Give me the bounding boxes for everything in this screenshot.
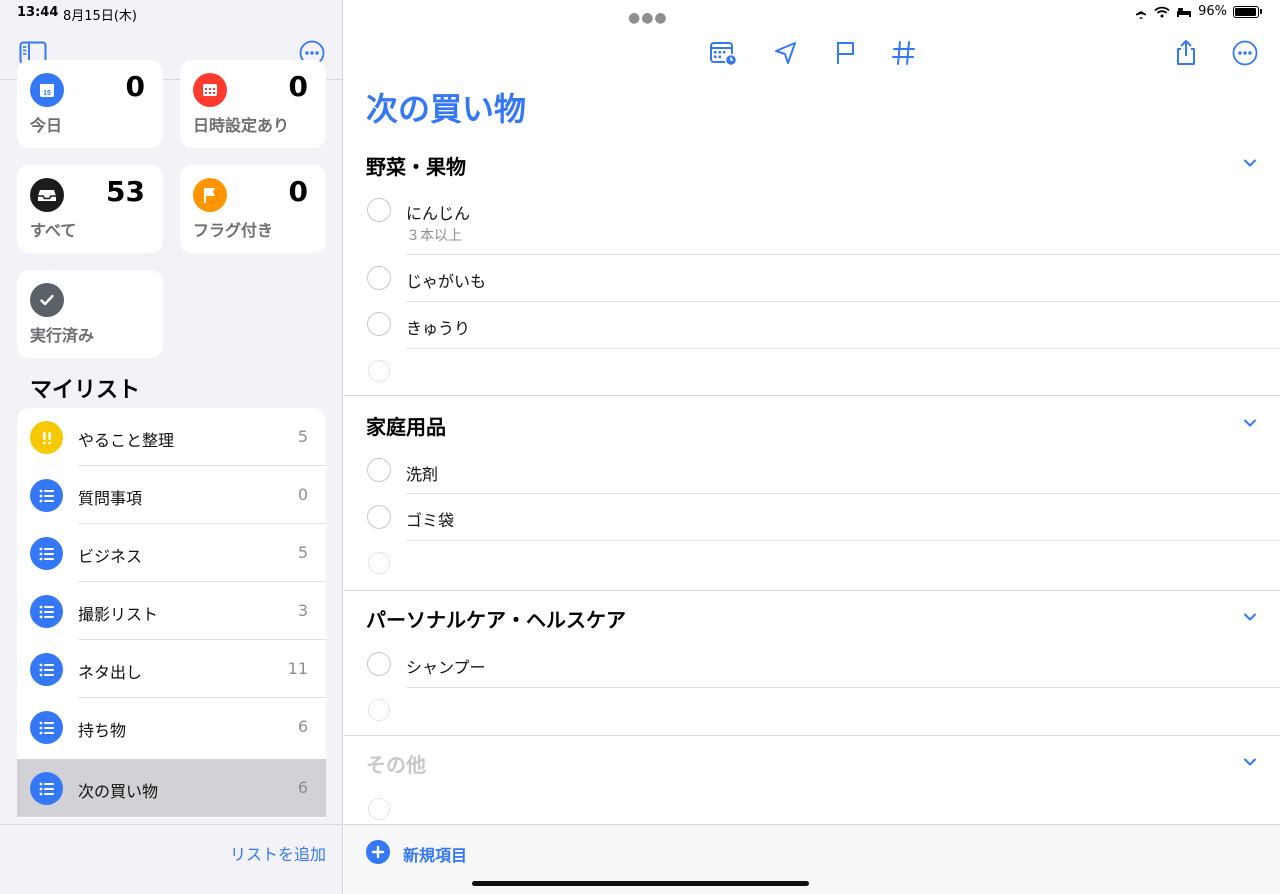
- share-icon[interactable]: [1171, 38, 1201, 68]
- calendar-icon: 15: [30, 73, 64, 107]
- list-icon: [30, 772, 63, 805]
- smart-list-count: 0: [288, 70, 308, 103]
- sidebar: 13:44 8月15日(木) 15 0 今日 0 日時設定あり 53 すべて 0…: [0, 0, 343, 894]
- new-reminder-placeholder[interactable]: [368, 798, 390, 820]
- reminder-note: ３本以上: [406, 228, 462, 244]
- main-footer: 新規項目: [344, 824, 1280, 894]
- section-title[interactable]: 家庭用品: [366, 411, 446, 440]
- exclamation-icon: [30, 421, 63, 454]
- list-item[interactable]: 持ち物 6: [17, 698, 326, 756]
- svg-text:15: 15: [43, 90, 51, 97]
- tag-hashtag-icon[interactable]: [889, 38, 919, 68]
- list-item-selected[interactable]: 次の買い物 6: [17, 759, 326, 817]
- smart-list-scheduled[interactable]: 0 日時設定あり: [180, 60, 326, 148]
- reminder-list-view: ●●● 96% 次の買い物 野菜・果物 にんじん ３本以上 じゃがいも きゅうり…: [344, 0, 1280, 894]
- smart-list-label: 今日: [30, 116, 63, 135]
- smart-list-all[interactable]: 53 すべて: [17, 165, 163, 253]
- chevron-down-icon[interactable]: [1242, 609, 1258, 625]
- smart-list-label: フラグ付き: [193, 221, 274, 240]
- my-lists-heading: マイリスト: [30, 378, 141, 403]
- completion-circle[interactable]: [367, 458, 391, 482]
- list-icon: [30, 711, 63, 744]
- new-reminder-placeholder[interactable]: [368, 552, 390, 574]
- new-reminder-placeholder[interactable]: [368, 699, 390, 721]
- completion-circle[interactable]: [367, 505, 391, 529]
- smart-list-label: 実行済み: [30, 326, 95, 345]
- battery-icon: [1233, 5, 1259, 18]
- tray-icon: [30, 178, 64, 212]
- completion-circle[interactable]: [367, 266, 391, 290]
- list-icon: [30, 479, 63, 512]
- new-item-button[interactable]: 新規項目: [403, 842, 467, 866]
- home-indicator[interactable]: [472, 881, 809, 886]
- wifi-icon: [1154, 6, 1170, 17]
- smart-list-count: 0: [125, 70, 145, 103]
- status-date: 8月15日(木): [63, 9, 137, 24]
- smart-list-flagged[interactable]: 0 フラグ付き: [180, 165, 326, 253]
- list-name: 次の買い物: [78, 782, 159, 801]
- status-time: 13:44: [17, 5, 59, 20]
- list-icon: [30, 595, 63, 628]
- add-list-button[interactable]: リストを追加: [230, 841, 326, 865]
- list-count: 6: [297, 778, 308, 797]
- smart-list-label: 日時設定あり: [193, 116, 290, 135]
- list-count: 6: [297, 717, 308, 736]
- location-icon[interactable]: [771, 38, 801, 68]
- calendar-grid-icon: [193, 73, 227, 107]
- battery-percentage: 96%: [1198, 4, 1227, 19]
- list-count: 11: [287, 659, 308, 678]
- flag-icon[interactable]: [831, 38, 861, 68]
- chevron-down-icon[interactable]: [1242, 754, 1258, 770]
- smart-list-completed[interactable]: 実行済み: [17, 270, 163, 358]
- list-item[interactable]: ネタ出し 11: [17, 640, 326, 698]
- list-name: 持ち物: [78, 721, 127, 740]
- reminder-title[interactable]: にんじん: [406, 200, 470, 224]
- list-item[interactable]: 撮影リスト 3: [17, 582, 326, 640]
- more-options-icon[interactable]: [1230, 38, 1260, 68]
- my-lists: やること整理 5 質問事項 0 ビジネス 5 撮影リスト 3 ネタ出し 11 持…: [17, 408, 326, 818]
- smart-list-count: 0: [288, 175, 308, 208]
- section-title[interactable]: 野菜・果物: [366, 151, 466, 180]
- reminder-title[interactable]: シャンプー: [406, 654, 486, 678]
- list-name: 質問事項: [78, 489, 143, 508]
- completion-circle[interactable]: [367, 652, 391, 676]
- reminder-title[interactable]: 洗剤: [406, 461, 438, 485]
- list-name: 撮影リスト: [78, 605, 159, 624]
- airplane-icon: [1136, 5, 1147, 19]
- plus-circle-icon[interactable]: [366, 840, 390, 864]
- reminder-title[interactable]: ゴミ袋: [406, 507, 454, 531]
- list-count: 5: [297, 543, 308, 562]
- chevron-down-icon[interactable]: [1242, 415, 1258, 431]
- reminder-title[interactable]: じゃがいも: [406, 268, 486, 292]
- list-name: やること整理: [78, 431, 175, 450]
- smart-list-today[interactable]: 15 0 今日: [17, 60, 163, 148]
- section-title[interactable]: パーソナルケア・ヘルスケア: [366, 604, 626, 633]
- reminder-title[interactable]: きゅうり: [406, 315, 470, 339]
- completion-circle[interactable]: [367, 198, 391, 222]
- date-time-icon[interactable]: [708, 38, 738, 68]
- sidebar-footer: リストを追加: [0, 824, 342, 894]
- checkmark-icon: [30, 283, 64, 317]
- list-title[interactable]: 次の買い物: [366, 84, 526, 130]
- list-item[interactable]: ビジネス 5: [17, 524, 326, 582]
- smart-list-count: 53: [106, 175, 145, 208]
- list-item[interactable]: やること整理 5: [17, 408, 326, 466]
- smart-list-label: すべて: [30, 221, 77, 240]
- multitasking-dots-icon[interactable]: ●●●: [628, 10, 668, 26]
- list-name: ネタ出し: [78, 663, 143, 682]
- list-count: 3: [297, 601, 308, 620]
- list-item[interactable]: 質問事項 0: [17, 466, 326, 524]
- list-icon: [30, 537, 63, 570]
- new-reminder-placeholder[interactable]: [368, 360, 390, 382]
- status-bar-right: 96%: [1134, 4, 1262, 19]
- list-count: 0: [297, 485, 308, 504]
- chevron-down-icon[interactable]: [1242, 155, 1258, 171]
- sleep-focus-icon: [1177, 7, 1192, 17]
- flag-icon: [193, 178, 227, 212]
- list-name: ビジネス: [78, 547, 143, 566]
- section-title[interactable]: その他: [366, 749, 426, 778]
- completion-circle[interactable]: [367, 312, 391, 336]
- list-count: 5: [297, 427, 308, 446]
- list-icon: [30, 653, 63, 686]
